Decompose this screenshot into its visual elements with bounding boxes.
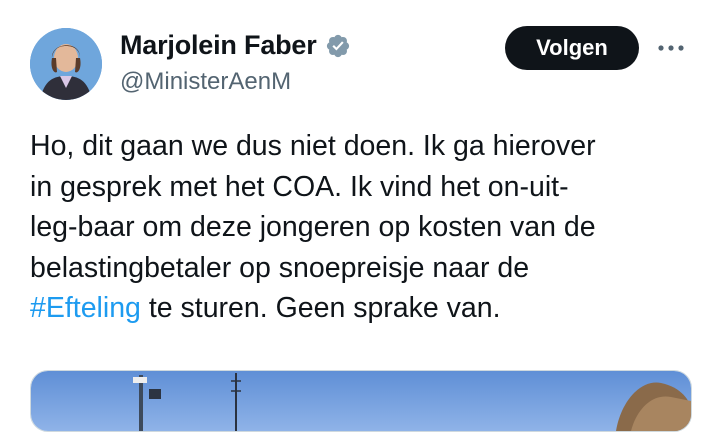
follow-button[interactable]: Volgen (505, 26, 639, 70)
author-handle[interactable]: @MinisterAenM (120, 68, 291, 96)
tweet-line: Ho, dit gaan we dus niet doen. Ik ga hie… (30, 130, 596, 162)
author-name-row: Marjolein Faber (120, 30, 351, 61)
tweet-text: Ho, dit gaan we dus niet doen. Ik ga hie… (30, 126, 690, 329)
tweet-line: leg-baar om deze jongeren op kosten van … (30, 211, 596, 243)
hashtag-link[interactable]: #Efteling (30, 292, 141, 324)
author-name[interactable]: Marjolein Faber (120, 30, 317, 61)
tweet-line-rest: te sturen. Geen sprake van. (140, 292, 501, 324)
tweet-line: in gesprek met het COA. Ik vind het on-u… (30, 170, 569, 203)
tweet-line: belastingbetaler op snoepreisje naar de (30, 251, 530, 284)
photo-preview (31, 371, 691, 431)
verified-badge-icon (325, 33, 351, 59)
tweet-line: #Efteling te sturen. Geen sprake van. (30, 288, 690, 329)
author-avatar[interactable] (30, 28, 102, 100)
profile-photo (30, 28, 102, 100)
tweet-media-photo[interactable] (30, 370, 692, 432)
tweet-header: Marjolein Faber @MinisterAenM Volgen (0, 0, 720, 110)
more-horizontal-icon[interactable] (655, 36, 687, 60)
